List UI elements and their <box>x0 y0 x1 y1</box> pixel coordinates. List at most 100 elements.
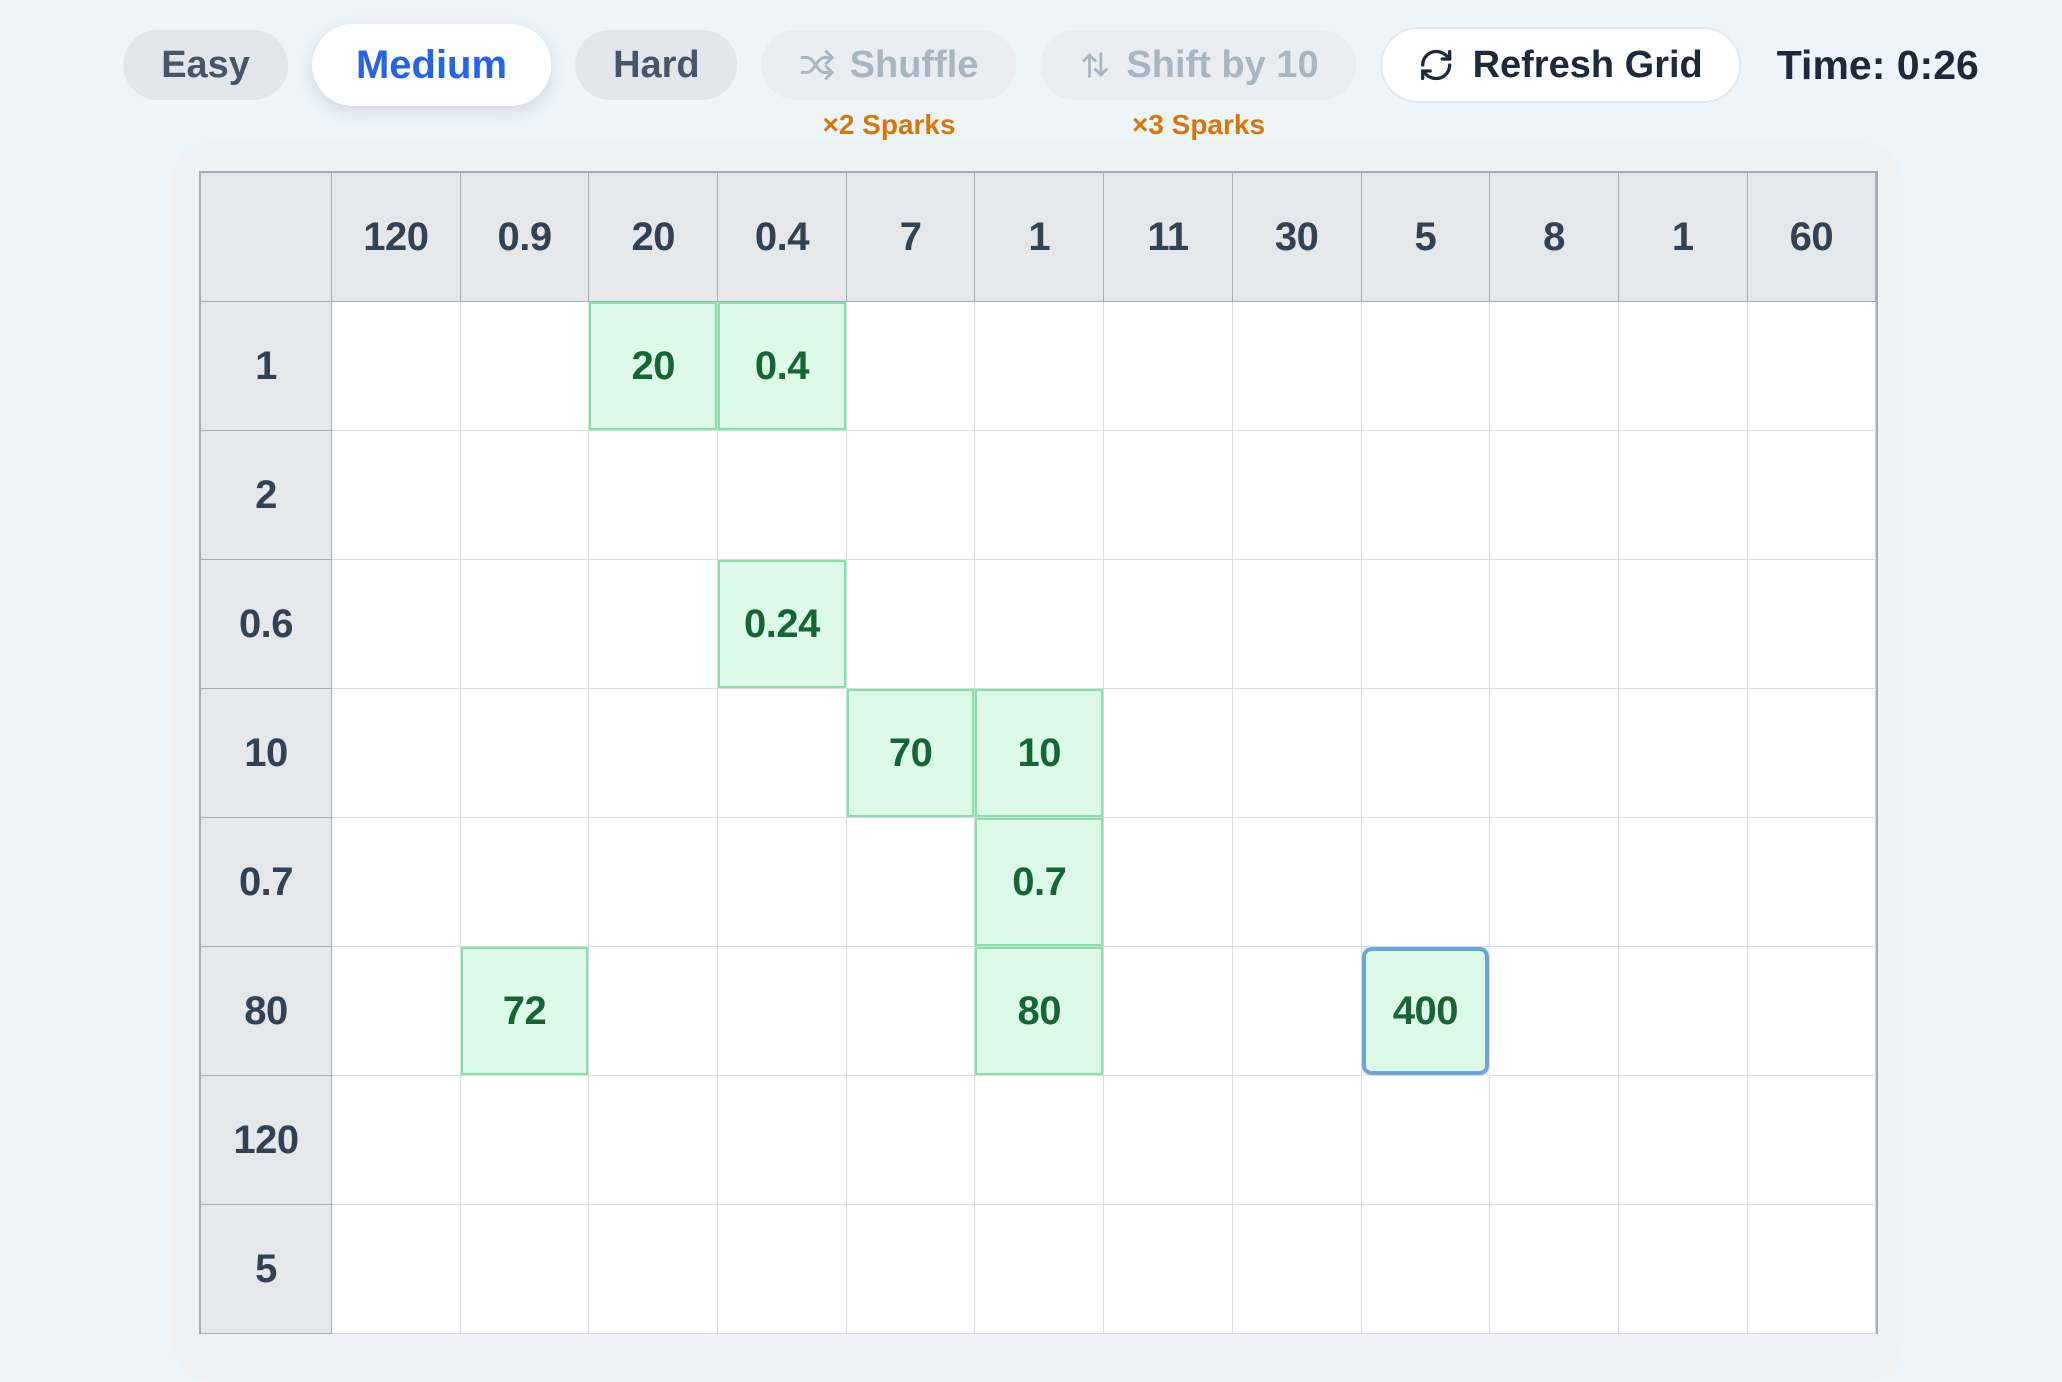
grid-cell[interactable] <box>1490 947 1619 1076</box>
grid-cell[interactable] <box>1748 302 1877 431</box>
grid-cell[interactable] <box>1104 560 1233 689</box>
grid-cell[interactable] <box>975 1205 1104 1334</box>
grid-cell[interactable] <box>461 818 590 947</box>
grid-cell[interactable] <box>1490 560 1619 689</box>
grid-cell[interactable] <box>332 1205 461 1334</box>
grid-cell[interactable] <box>1233 302 1362 431</box>
grid-cell[interactable] <box>461 560 590 689</box>
filled-grid-cell[interactable]: 0.24 <box>718 560 847 689</box>
shift-by-10-button[interactable]: Shift by 10 <box>1040 30 1356 100</box>
grid-cell[interactable] <box>1233 1076 1362 1205</box>
grid-cell[interactable] <box>1490 1076 1619 1205</box>
grid-cell[interactable] <box>1233 431 1362 560</box>
filled-grid-cell[interactable]: 10 <box>975 689 1104 818</box>
grid-cell[interactable] <box>1104 1076 1233 1205</box>
grid-cell[interactable] <box>589 560 718 689</box>
grid-cell[interactable] <box>1362 1076 1491 1205</box>
grid-cell[interactable] <box>718 689 847 818</box>
grid-cell[interactable] <box>1362 560 1491 689</box>
grid-cell[interactable] <box>718 1076 847 1205</box>
grid-cell[interactable] <box>1362 818 1491 947</box>
grid-cell[interactable] <box>1619 1076 1748 1205</box>
grid-cell[interactable] <box>847 1076 976 1205</box>
grid-cell[interactable] <box>461 302 590 431</box>
filled-grid-cell[interactable]: 0.4 <box>718 302 847 431</box>
grid-cell[interactable] <box>1619 1205 1748 1334</box>
grid-cell[interactable] <box>461 431 590 560</box>
grid-cell[interactable] <box>718 818 847 947</box>
grid-cell[interactable] <box>1104 947 1233 1076</box>
grid-cell[interactable] <box>1748 1076 1877 1205</box>
grid-cell[interactable] <box>332 560 461 689</box>
grid-cell[interactable] <box>1233 947 1362 1076</box>
grid-cell[interactable] <box>1619 947 1748 1076</box>
grid-cell[interactable] <box>718 947 847 1076</box>
shuffle-button[interactable]: Shuffle <box>762 30 1017 100</box>
selected-grid-cell[interactable]: 400 <box>1362 947 1491 1076</box>
grid-cell[interactable] <box>1362 1205 1491 1334</box>
grid-cell[interactable] <box>589 947 718 1076</box>
grid-cell[interactable] <box>1490 689 1619 818</box>
grid-cell[interactable] <box>1748 818 1877 947</box>
filled-grid-cell[interactable]: 80 <box>975 947 1104 1076</box>
grid-cell[interactable] <box>847 818 976 947</box>
grid-cell[interactable] <box>1233 560 1362 689</box>
filled-grid-cell[interactable]: 70 <box>847 689 976 818</box>
grid-cell[interactable] <box>1362 431 1491 560</box>
grid-cell[interactable] <box>1490 431 1619 560</box>
grid-cell[interactable] <box>1619 818 1748 947</box>
grid-cell[interactable] <box>332 947 461 1076</box>
difficulty-hard-button[interactable]: Hard <box>575 30 738 100</box>
grid-cell[interactable] <box>589 689 718 818</box>
grid-cell[interactable] <box>975 560 1104 689</box>
grid-cell[interactable] <box>1490 1205 1619 1334</box>
filled-grid-cell[interactable]: 72 <box>461 947 590 1076</box>
grid-cell[interactable] <box>1233 818 1362 947</box>
grid-cell[interactable] <box>1104 302 1233 431</box>
grid-cell[interactable] <box>1490 302 1619 431</box>
grid-cell[interactable] <box>1748 431 1877 560</box>
grid-cell[interactable] <box>1748 1205 1877 1334</box>
grid-cell[interactable] <box>1619 560 1748 689</box>
grid-cell[interactable] <box>332 1076 461 1205</box>
grid-cell[interactable] <box>1233 1205 1362 1334</box>
grid-cell[interactable] <box>1490 818 1619 947</box>
grid-cell[interactable] <box>1748 947 1877 1076</box>
grid-cell[interactable] <box>461 1205 590 1334</box>
grid-cell[interactable] <box>1362 302 1491 431</box>
grid-cell[interactable] <box>1619 431 1748 560</box>
grid-cell[interactable] <box>718 431 847 560</box>
difficulty-medium-button[interactable]: Medium <box>312 24 551 106</box>
grid-cell[interactable] <box>718 1205 847 1334</box>
grid-cell[interactable] <box>975 302 1104 431</box>
grid-cell[interactable] <box>1104 818 1233 947</box>
grid-cell[interactable] <box>461 689 590 818</box>
grid-cell[interactable] <box>1104 689 1233 818</box>
grid-cell[interactable] <box>332 431 461 560</box>
filled-grid-cell[interactable]: 20 <box>589 302 718 431</box>
grid-cell[interactable] <box>332 689 461 818</box>
grid-cell[interactable] <box>975 1076 1104 1205</box>
grid-cell[interactable] <box>589 1076 718 1205</box>
grid-cell[interactable] <box>1619 689 1748 818</box>
grid-cell[interactable] <box>461 1076 590 1205</box>
grid-cell[interactable] <box>1748 689 1877 818</box>
grid-cell[interactable] <box>332 302 461 431</box>
grid-cell[interactable] <box>847 431 976 560</box>
grid-cell[interactable] <box>589 1205 718 1334</box>
filled-grid-cell[interactable]: 0.7 <box>975 818 1104 947</box>
grid-cell[interactable] <box>1233 689 1362 818</box>
grid-cell[interactable] <box>589 818 718 947</box>
grid-cell[interactable] <box>847 302 976 431</box>
grid-cell[interactable] <box>332 818 461 947</box>
grid-cell[interactable] <box>1748 560 1877 689</box>
grid-cell[interactable] <box>847 947 976 1076</box>
grid-cell[interactable] <box>1362 689 1491 818</box>
grid-cell[interactable] <box>1104 1205 1233 1334</box>
refresh-grid-button[interactable]: Refresh Grid <box>1381 27 1741 103</box>
grid-cell[interactable] <box>1619 302 1748 431</box>
grid-cell[interactable] <box>847 560 976 689</box>
grid-cell[interactable] <box>975 431 1104 560</box>
difficulty-easy-button[interactable]: Easy <box>123 30 288 100</box>
grid-cell[interactable] <box>1104 431 1233 560</box>
